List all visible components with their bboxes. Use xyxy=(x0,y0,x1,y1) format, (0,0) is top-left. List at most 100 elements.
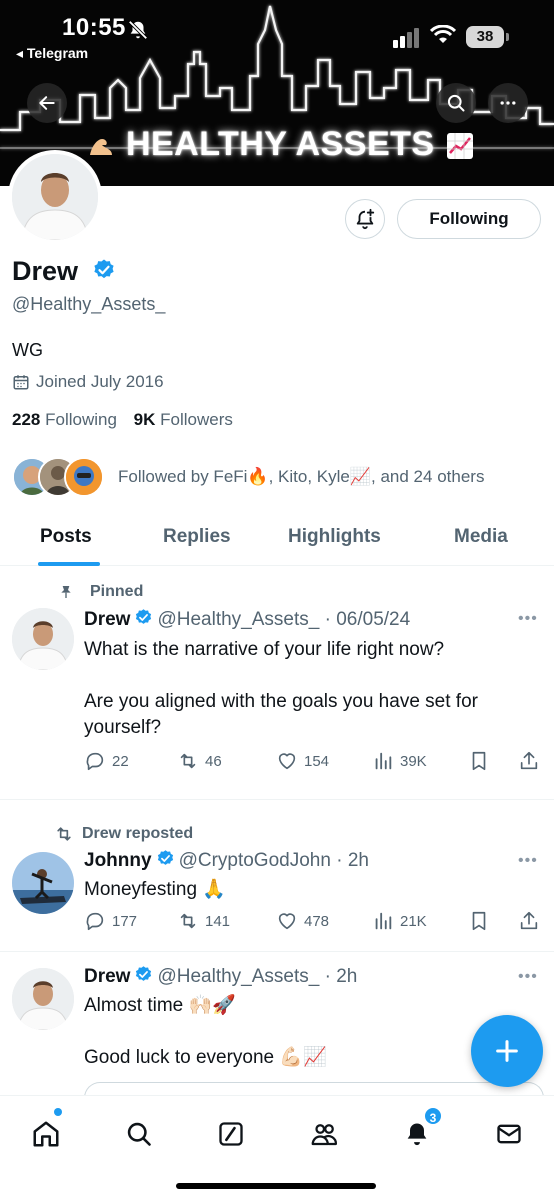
post-author-avatar[interactable] xyxy=(12,852,74,914)
profile-name: Drew xyxy=(12,256,116,287)
views-button[interactable]: 21K xyxy=(372,910,427,932)
cellular-signal-icon xyxy=(393,28,419,48)
bookmark-button[interactable] xyxy=(468,750,490,772)
repost-icon xyxy=(180,913,196,929)
notifications-badge: 3 xyxy=(423,1106,443,1126)
verified-badge-icon[interactable] xyxy=(92,258,116,282)
banner-title: HEALTHY ASSETS xyxy=(86,125,486,164)
bell-plus-icon xyxy=(356,208,375,230)
post-more-button[interactable]: ••• xyxy=(518,852,538,870)
views-icon xyxy=(375,912,392,930)
back-arrow-icon xyxy=(39,96,55,110)
profile-handle: @Healthy_Assets_ xyxy=(12,294,166,314)
like-icon xyxy=(278,913,296,930)
profile-bio: WG xyxy=(12,340,43,360)
repost-button[interactable]: 141 xyxy=(177,910,230,932)
home-indicator xyxy=(176,1183,376,1189)
post-divider xyxy=(0,799,554,800)
bookmark-icon xyxy=(472,911,486,931)
repost-icon xyxy=(180,753,196,769)
tab-replies[interactable]: Replies xyxy=(163,526,231,548)
repost-icon xyxy=(57,827,71,841)
compose-plus-icon xyxy=(496,1040,518,1062)
pin-icon xyxy=(61,586,71,598)
views-icon xyxy=(375,752,392,770)
grok-icon xyxy=(219,1122,243,1146)
like-icon xyxy=(278,753,296,770)
follow-counts: 228 Following 9K Followers xyxy=(12,410,233,430)
tab-media[interactable]: Media xyxy=(454,526,508,548)
like-button[interactable]: 154 xyxy=(276,750,329,772)
bookmark-button[interactable] xyxy=(468,910,490,932)
repost-button[interactable]: 46 xyxy=(177,750,222,772)
post-actions: 177 141 478 21K xyxy=(84,910,544,936)
nav-search[interactable] xyxy=(119,1114,159,1154)
post-more-button[interactable]: ••• xyxy=(518,968,538,986)
notify-button[interactable] xyxy=(345,199,385,239)
post-text: Moneyfesting 🙏 xyxy=(84,879,226,900)
followers-count-link[interactable]: 9K Followers xyxy=(134,410,233,429)
back-to-telegram-link[interactable]: ◂ Telegram xyxy=(16,45,88,62)
battery-tip xyxy=(506,33,509,41)
bookmark-icon xyxy=(472,751,486,771)
follower-avatar xyxy=(64,457,104,497)
search-icon xyxy=(127,1122,151,1146)
post-author-avatar[interactable] xyxy=(12,608,74,670)
share-button[interactable] xyxy=(518,750,540,772)
flexed-biceps-icon xyxy=(90,139,112,156)
followed-by-text: Followed by FeFi🔥, Kito, Kyle📈, and 24 o… xyxy=(118,467,485,486)
profile-banner: 10:55 ◂ Telegram 38 HEALTHY ASSETS xyxy=(0,0,554,186)
post-header: Drew @Healthy_Assets_ · 2h xyxy=(84,965,358,987)
active-tab-indicator xyxy=(38,562,100,566)
nav-home[interactable] xyxy=(26,1114,66,1154)
silent-mode-icon xyxy=(128,20,148,40)
search-button[interactable] xyxy=(436,83,476,123)
search-icon xyxy=(447,94,465,112)
more-icon xyxy=(500,101,516,105)
like-button[interactable]: 478 xyxy=(276,910,329,932)
compose-button[interactable] xyxy=(471,1015,543,1087)
home-unread-dot xyxy=(54,1108,62,1116)
verified-badge-icon[interactable] xyxy=(134,965,153,984)
battery-indicator: 38 xyxy=(466,26,504,48)
back-button[interactable] xyxy=(27,83,67,123)
nav-grok[interactable] xyxy=(211,1114,251,1154)
pinned-label: Pinned xyxy=(58,583,143,601)
views-button[interactable]: 39K xyxy=(372,750,427,772)
post-header: Johnny @CryptoGodJohn · 2h xyxy=(84,849,369,871)
followed-by-row[interactable]: Followed by FeFi🔥, Kito, Kyle📈, and 24 o… xyxy=(12,455,484,499)
share-icon xyxy=(520,911,538,930)
reply-icon xyxy=(86,912,104,931)
following-count-link[interactable]: 228 Following xyxy=(12,410,117,429)
avatar-photo xyxy=(12,154,98,240)
profile-avatar[interactable] xyxy=(8,150,102,244)
tab-highlights[interactable]: Highlights xyxy=(288,526,381,548)
wifi-icon xyxy=(430,25,456,43)
post-actions: 22 46 154 39K xyxy=(84,750,544,776)
status-time: 10:55 xyxy=(62,14,126,41)
messages-icon xyxy=(497,1124,521,1144)
post-more-button[interactable]: ••• xyxy=(518,610,538,628)
post-header: Drew @Healthy_Assets_ · 06/05/24 xyxy=(84,608,411,630)
calendar-icon xyxy=(13,375,29,390)
chart-increasing-icon xyxy=(446,133,473,160)
post-text: Almost time 🙌🏻🚀 Good luck to everyone 💪🏻… xyxy=(84,995,327,1068)
nav-communities[interactable] xyxy=(304,1114,344,1154)
tab-posts[interactable]: Posts xyxy=(40,526,92,548)
profile-tabs: Posts Replies Highlights Media xyxy=(0,512,554,566)
verified-badge-icon[interactable] xyxy=(134,608,153,627)
people-icon xyxy=(311,1124,337,1146)
post-text: What is the narrative of your life right… xyxy=(84,639,478,738)
post-divider xyxy=(0,951,554,952)
reply-icon xyxy=(86,752,104,771)
joined-date: Joined July 2016 xyxy=(12,372,164,392)
share-button[interactable] xyxy=(518,910,540,932)
verified-badge-icon[interactable] xyxy=(156,849,175,868)
post-author-avatar[interactable] xyxy=(12,968,74,1030)
reply-button[interactable]: 177 xyxy=(84,910,137,932)
share-icon xyxy=(520,751,538,770)
nav-messages[interactable] xyxy=(489,1114,529,1154)
following-button[interactable]: Following xyxy=(397,199,541,239)
more-options-button[interactable] xyxy=(488,83,528,123)
reply-button[interactable]: 22 xyxy=(84,750,129,772)
